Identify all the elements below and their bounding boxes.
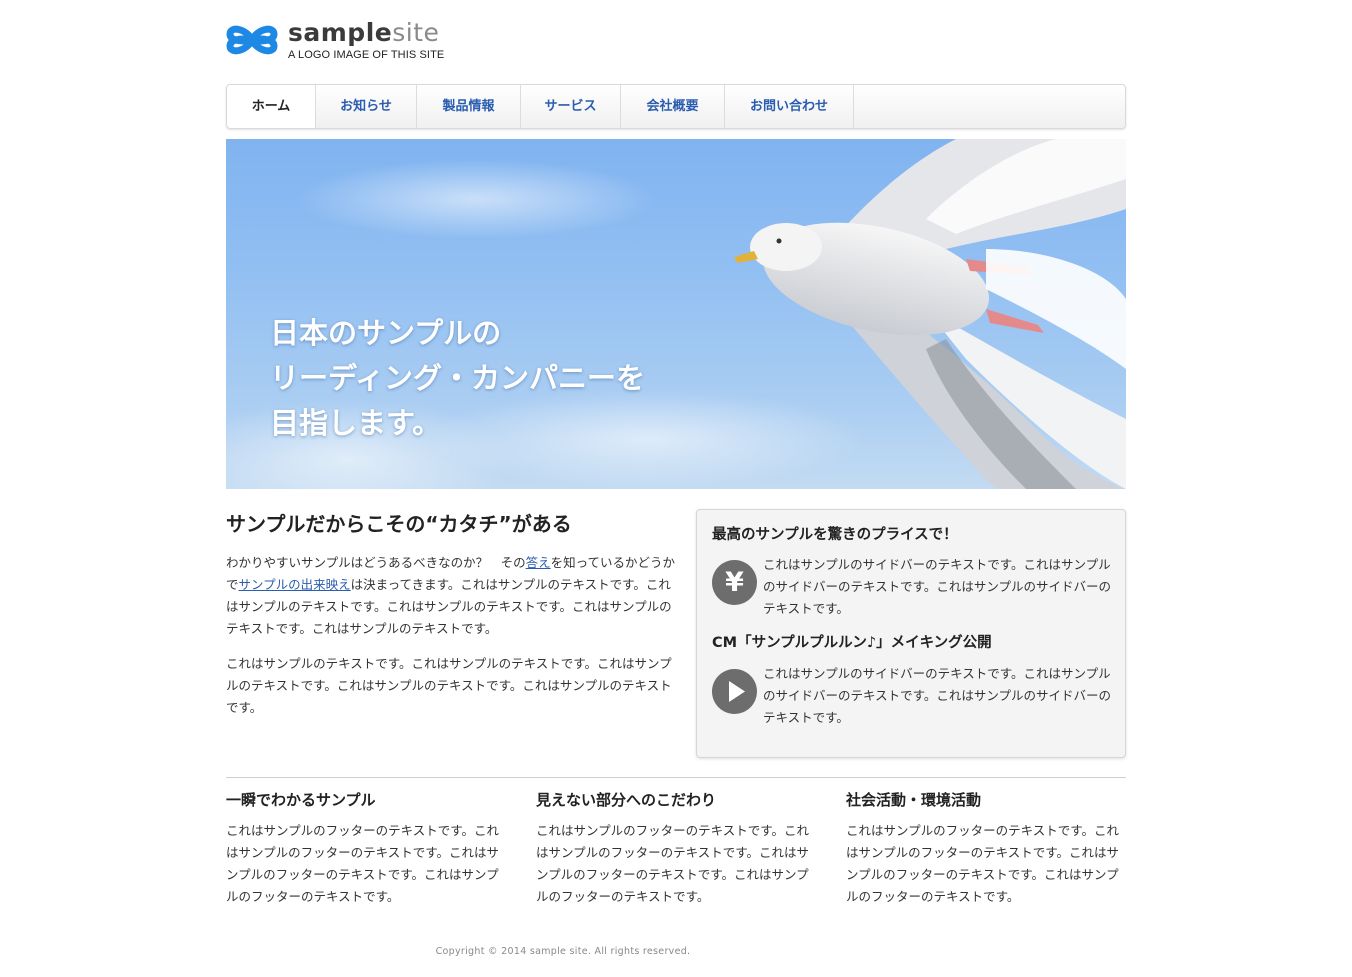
result-link[interactable]: サンプルの出来映え bbox=[239, 577, 351, 592]
nav-item-contact[interactable]: お問い合わせ bbox=[725, 85, 854, 128]
sidebar-heading-price: 最高のサンプルを驚きのプライスで！ bbox=[712, 527, 958, 543]
page-wrapper: samplesite A LOGO IMAGE OF THIS SITE ホーム… bbox=[226, 0, 1126, 977]
yen-icon[interactable]: ¥ bbox=[712, 560, 757, 605]
hero-headline: 日本のサンプルの リーディング・カンパニーを 目指します。 bbox=[270, 311, 645, 446]
double-loop-logo-icon bbox=[226, 25, 278, 55]
sidebar-heading-cm: CM「サンプルプルルン♪」メイキング公開 bbox=[712, 635, 992, 651]
logo-name-part1: sample bbox=[288, 18, 393, 47]
hero-line-2: リーディング・カンパニーを bbox=[270, 361, 645, 395]
sidebar-text-price: これはサンプルのサイドバーのテキストです。これはサンプルのサイドバーのテキストで… bbox=[763, 557, 1112, 616]
answer-link[interactable]: 答え bbox=[526, 555, 551, 570]
footer-column-3: 社会活動・環境活動 これはサンプルのフッターのテキストです。これはサンプルのフッ… bbox=[846, 788, 1128, 908]
logo-tagline: A LOGO IMAGE OF THIS SITE bbox=[288, 49, 445, 61]
nav-item-company[interactable]: 会社概要 bbox=[621, 85, 725, 128]
nav-item-products[interactable]: 製品情報 bbox=[417, 85, 521, 128]
site-logo[interactable]: samplesite A LOGO IMAGE OF THIS SITE bbox=[226, 18, 466, 62]
section-divider bbox=[226, 777, 1126, 778]
main-paragraph-2: これはサンプルのテキストです。これはサンプルのテキストです。これはサンプルのテキ… bbox=[226, 656, 672, 715]
play-icon[interactable] bbox=[712, 669, 757, 714]
footer-column-text: これはサンプルのフッターのテキストです。これはサンプルのフッターのテキストです。… bbox=[846, 823, 1120, 904]
nav-item-services[interactable]: サービス bbox=[521, 85, 621, 128]
play-triangle bbox=[729, 681, 745, 702]
global-nav: ホーム お知らせ 製品情報 サービス 会社概要 お問い合わせ bbox=[226, 84, 1126, 129]
sidebar-text-cm: これはサンプルのサイドバーのテキストです。これはサンプルのサイドバーのテキストで… bbox=[763, 666, 1112, 725]
footer-column-title: 一瞬でわかるサンプル bbox=[226, 791, 376, 809]
yen-glyph: ¥ bbox=[725, 567, 744, 598]
footer-column-2: 見えない部分へのこだわり これはサンプルのフッターのテキストです。これはサンプル… bbox=[536, 788, 818, 908]
main-paragraph-1: わかりやすいサンプルはどうあるべきなのか？ その答えを知っているかどうかでサンプ… bbox=[226, 552, 678, 640]
footer-column-text: これはサンプルのフッターのテキストです。これはサンプルのフッターのテキストです。… bbox=[536, 823, 810, 904]
footer-column-title: 社会活動・環境活動 bbox=[846, 791, 982, 809]
logo-name-part2: site bbox=[392, 18, 440, 47]
nav-item-home[interactable]: ホーム bbox=[227, 85, 316, 128]
logo-wordmark: samplesite bbox=[288, 18, 439, 48]
nav-item-news[interactable]: お知らせ bbox=[316, 85, 417, 128]
footer-column-text: これはサンプルのフッターのテキストです。これはサンプルのフッターのテキストです。… bbox=[226, 823, 500, 904]
hero-line-3: 目指します。 bbox=[270, 406, 442, 440]
copyright-text: Copyright © 2014 sample site. All rights… bbox=[435, 946, 691, 957]
footer-column-title: 見えない部分へのこだわり bbox=[536, 791, 717, 809]
paragraph-text: わかりやすいサンプルはどうあるべきなのか？ その bbox=[226, 555, 526, 570]
sidebar-box: 最高のサンプルを驚きのプライスで！ ¥ これはサンプルのサイドバーのテキストです… bbox=[696, 509, 1126, 758]
main-heading: サンプルだからこその“カタチ”がある bbox=[226, 512, 572, 536]
footer-column-1: 一瞬でわかるサンプル これはサンプルのフッターのテキストです。これはサンプルのフ… bbox=[226, 788, 508, 908]
hero-line-1: 日本のサンプルの bbox=[270, 316, 502, 350]
hero-banner: 日本のサンプルの リーディング・カンパニーを 目指します。 bbox=[226, 139, 1126, 489]
